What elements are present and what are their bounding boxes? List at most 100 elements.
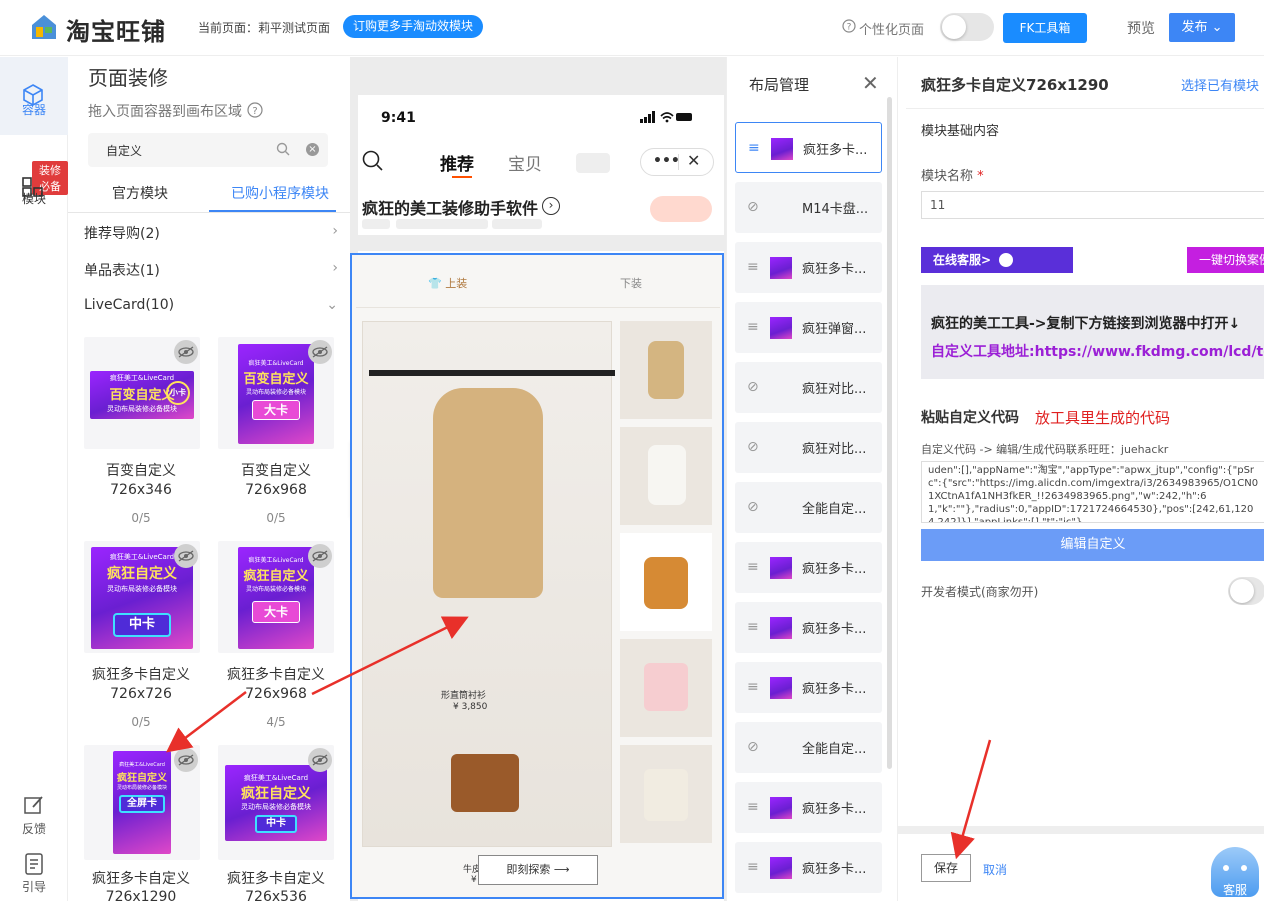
tab-placeholder xyxy=(576,153,610,173)
module-search[interactable]: 自定义 × xyxy=(88,133,328,167)
layout-item[interactable]: ⊘ M14卡盘... xyxy=(735,182,882,233)
panel-title: 页面装修 xyxy=(88,66,168,90)
category-row[interactable]: 单品表达(1) › xyxy=(84,260,338,280)
layout-item[interactable]: ⊘ 全能自定... xyxy=(735,722,882,773)
layout-item[interactable]: ⊘ 疯狂对比... xyxy=(735,362,882,413)
rail-module[interactable]: 装修必备 模块 xyxy=(0,157,68,217)
category-row[interactable]: 推荐导购(2) › xyxy=(84,223,338,243)
rail-feedback-label: 反馈 xyxy=(21,822,46,836)
code-textarea[interactable]: uden":[],"appName":"淘宝","appType":"apwx_… xyxy=(921,461,1264,523)
layout-item[interactable]: ⊘ 全能自定... xyxy=(735,482,882,533)
thumb-item[interactable] xyxy=(620,533,712,631)
layout-item[interactable]: ⊘ 疯狂对比... xyxy=(735,422,882,473)
layout-item[interactable]: ≡ 疯狂多卡... xyxy=(735,242,882,293)
tab-recommend[interactable]: 推荐 xyxy=(440,150,474,175)
layout-thumb xyxy=(770,857,792,879)
thumb-item[interactable] xyxy=(620,745,712,843)
capsule-menu[interactable]: ••• ✕ xyxy=(640,148,714,176)
eye-icon[interactable] xyxy=(308,544,332,568)
thumb-item[interactable] xyxy=(620,427,712,525)
cancel-button[interactable]: 取消 xyxy=(983,861,1007,878)
drag-handle-icon[interactable]: ≡ xyxy=(748,140,760,156)
rail-feedback[interactable]: 反馈 xyxy=(0,793,68,839)
layout-item[interactable]: ≡ 疯狂多卡... xyxy=(735,122,882,173)
banner-tab-bottom[interactable]: 下装 xyxy=(620,275,642,291)
rail-container[interactable]: 容器 xyxy=(0,57,68,135)
thumb-item[interactable] xyxy=(620,321,712,419)
explore-button[interactable]: 即刻探索 ⟶ xyxy=(478,855,598,885)
fk-toolbox-button[interactable]: FK工具箱 xyxy=(1003,13,1087,43)
layout-item[interactable]: ≡ 疯狂多卡... xyxy=(735,662,882,713)
personalize-toggle[interactable] xyxy=(940,13,994,41)
eye-icon[interactable] xyxy=(174,544,198,568)
select-existing-link[interactable]: 选择已有模块 xyxy=(1181,75,1259,94)
document-icon xyxy=(24,853,44,878)
disabled-icon[interactable]: ⊘ xyxy=(747,499,759,515)
follow-button[interactable] xyxy=(650,196,712,222)
card-art-tag: 灵动布局装修必备模块 xyxy=(116,785,167,791)
close-icon[interactable]: ✕ xyxy=(862,71,879,95)
layout-item[interactable]: ≡ 疯狂多卡... xyxy=(735,602,882,653)
layout-item[interactable]: ≡ 疯狂弹窗... xyxy=(735,302,882,353)
search-input[interactable]: 自定义 xyxy=(106,142,142,159)
switch-case-button[interactable]: 一键切换案例 xyxy=(1187,247,1264,273)
eye-icon[interactable] xyxy=(174,340,198,364)
drag-handle-icon[interactable]: ≡ xyxy=(747,319,759,335)
online-service-button[interactable]: 在线客服> juehackr xyxy=(921,247,1073,293)
module-card[interactable]: 疯狂美工&LiveCard 疯狂自定义 灵动布局装修必备模块 中卡 xyxy=(218,745,334,860)
promo-pill-button[interactable]: 订购更多手淘动效模块 xyxy=(343,15,484,38)
tab-purchased[interactable]: 已购小程序模块 xyxy=(231,183,329,203)
edit-custom-button[interactable]: 编辑自定义 xyxy=(921,529,1264,561)
tab-items[interactable]: 宝贝 xyxy=(508,150,542,175)
selected-module-banner[interactable]: 👕 上装 下装 形直筒衬衫 ¥ 3,850 牛皮革MM包 ¥ 10,100 即刻… xyxy=(350,253,724,899)
layout-item[interactable]: ≡ 疯狂多卡... xyxy=(735,542,882,593)
disabled-icon[interactable]: ⊘ xyxy=(747,739,759,755)
module-card[interactable]: 疯狂美工&LiveCard 百变自定义 灵动布局装修必备模块 小卡 xyxy=(84,337,200,449)
thumb-image xyxy=(648,445,686,505)
module-card[interactable]: 疯狂美工&LiveCard 疯狂自定义 灵动布局装修必备模块 中卡 xyxy=(84,541,200,653)
chevron-right-icon[interactable]: › xyxy=(542,197,560,215)
chevron-down-icon: ⌄ xyxy=(326,297,338,313)
search-icon[interactable] xyxy=(276,142,290,160)
divider xyxy=(906,108,1264,109)
drag-handle-icon[interactable]: ≡ xyxy=(747,679,759,695)
drag-handle-icon[interactable]: ≡ xyxy=(747,619,759,635)
drag-handle-icon[interactable]: ≡ xyxy=(747,259,759,275)
rail-guide[interactable]: 引导 xyxy=(0,851,68,897)
banner-tab-top[interactable]: 👕 上装 xyxy=(428,275,467,291)
preview-link[interactable]: 预览 xyxy=(1127,18,1155,38)
disabled-icon[interactable]: ⊘ xyxy=(747,379,759,395)
more-icon[interactable]: ••• xyxy=(653,153,680,169)
horizontal-scrollbar[interactable] xyxy=(898,826,1264,834)
publish-button[interactable]: 发布 ⌄ xyxy=(1169,13,1235,42)
module-card[interactable]: 疯狂美工&LiveCard 疯狂自定义 灵动布局装修必备模块 大卡 xyxy=(218,541,334,653)
help-circle-icon[interactable]: ? xyxy=(247,102,263,122)
module-card[interactable]: 疯狂美工&LiveCard 百变自定义 灵动布局装修必备模块 大卡 xyxy=(218,337,334,449)
dev-mode-toggle[interactable] xyxy=(1228,577,1264,605)
close-icon[interactable]: ✕ xyxy=(687,151,700,170)
layout-item[interactable]: ≡ 疯狂多卡... xyxy=(735,842,882,893)
thumb-item[interactable] xyxy=(620,639,712,737)
module-card[interactable]: 疯狂美工&LiveCard 疯狂自定义 灵动布局装修必备模块 全屏卡 xyxy=(84,745,200,860)
disabled-icon[interactable]: ⊘ xyxy=(747,439,759,455)
service-bot[interactable]: 客服 xyxy=(1211,847,1259,897)
name-input[interactable]: 11 xyxy=(921,191,1264,219)
disabled-icon[interactable]: ⊘ xyxy=(747,199,759,215)
eye-icon[interactable] xyxy=(174,748,198,772)
category-row[interactable]: LiveCard(10) ⌄ xyxy=(84,297,338,317)
drag-handle-icon[interactable]: ≡ xyxy=(747,799,759,815)
tab-official[interactable]: 官方模块 xyxy=(112,183,168,203)
module-panel: 页面装修 拖入页面容器到画布区域 ? 自定义 × 官方模块 已购小程序模块 推荐… xyxy=(68,57,350,905)
eye-icon[interactable] xyxy=(308,340,332,364)
tool-url-link[interactable]: 自定义工具地址:https://www.fkdmg.com/lcd/tools/ xyxy=(931,341,1264,361)
card-size: 726x968 xyxy=(245,686,307,702)
save-button[interactable]: 保存 xyxy=(921,854,971,882)
drag-handle-icon[interactable]: ≡ xyxy=(747,559,759,575)
layout-item[interactable]: ≡ 疯狂多卡... xyxy=(735,782,882,833)
eye-icon[interactable] xyxy=(308,748,332,772)
clear-icon[interactable]: × xyxy=(306,143,319,156)
scrollbar[interactable] xyxy=(887,97,892,769)
search-icon[interactable] xyxy=(362,150,384,176)
layout-thumb xyxy=(770,797,792,819)
drag-handle-icon[interactable]: ≡ xyxy=(747,859,759,875)
